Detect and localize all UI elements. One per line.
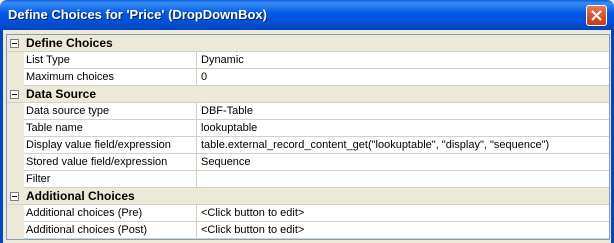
category-label: Define Choices <box>26 36 113 50</box>
row-gutter <box>7 103 24 120</box>
property-row-list-type: List Type Dynamic <box>7 52 609 69</box>
property-row-filter: Filter <box>7 171 609 188</box>
property-name[interactable]: List Type <box>24 52 197 69</box>
close-button[interactable] <box>586 5 607 26</box>
property-value[interactable]: <Click button to edit> <box>197 205 609 222</box>
window-title: Define Choices for 'Price' (DropDownBox) <box>8 7 267 22</box>
property-grid: Define Choices List Type Dynamic Maximum… <box>6 34 610 240</box>
row-gutter <box>7 137 24 154</box>
row-gutter <box>7 205 24 222</box>
property-value[interactable]: 0 <box>197 69 609 86</box>
row-gutter <box>7 69 24 86</box>
property-value[interactable]: Sequence <box>197 154 609 171</box>
property-row-display-value: Display value field/expression table.ext… <box>7 137 609 154</box>
category-data-source: Data Source <box>7 86 609 103</box>
property-value[interactable]: lookuptable <box>197 120 609 137</box>
property-name[interactable]: Table name <box>24 120 197 137</box>
property-row-additional-post: Additional choices (Post) <Click button … <box>7 222 609 239</box>
property-value[interactable]: Dynamic <box>197 52 609 69</box>
property-row-table-name: Table name lookuptable <box>7 120 609 137</box>
window-border-left <box>0 30 3 243</box>
property-row-additional-pre: Additional choices (Pre) <Click button t… <box>7 205 609 222</box>
title-bar[interactable]: Define Choices for 'Price' (DropDownBox) <box>0 0 614 30</box>
row-gutter <box>7 154 24 171</box>
property-name[interactable]: Additional choices (Pre) <box>24 205 197 222</box>
row-gutter <box>7 222 24 239</box>
property-row-stored-value: Stored value field/expression Sequence <box>7 154 609 171</box>
property-value[interactable] <box>197 171 609 188</box>
property-value[interactable]: <Click button to edit> <box>197 222 609 239</box>
property-row-data-source-type: Data source type DBF-Table <box>7 103 609 120</box>
collapse-toggle-icon[interactable] <box>10 90 19 99</box>
category-define-choices: Define Choices <box>7 35 609 52</box>
collapse-toggle-icon[interactable] <box>10 39 19 48</box>
property-name[interactable]: Maximum choices <box>24 69 197 86</box>
category-additional-choices: Additional Choices <box>7 188 609 205</box>
close-icon <box>591 10 602 21</box>
property-name[interactable]: Filter <box>24 171 197 188</box>
collapse-toggle-icon[interactable] <box>10 192 19 201</box>
property-row-maximum-choices: Maximum choices 0 <box>7 69 609 86</box>
property-name[interactable]: Additional choices (Post) <box>24 222 197 239</box>
category-label: Additional Choices <box>26 189 135 203</box>
property-value[interactable]: table.external_record_content_get("looku… <box>197 137 609 154</box>
row-gutter <box>7 120 24 137</box>
row-gutter <box>7 171 24 188</box>
property-name[interactable]: Data source type <box>24 103 197 120</box>
property-name[interactable]: Display value field/expression <box>24 137 197 154</box>
category-label: Data Source <box>26 87 97 101</box>
row-gutter <box>7 52 24 69</box>
dialog-window: Define Choices for 'Price' (DropDownBox)… <box>0 0 614 243</box>
property-value[interactable]: DBF-Table <box>197 103 609 120</box>
property-name[interactable]: Stored value field/expression <box>24 154 197 171</box>
